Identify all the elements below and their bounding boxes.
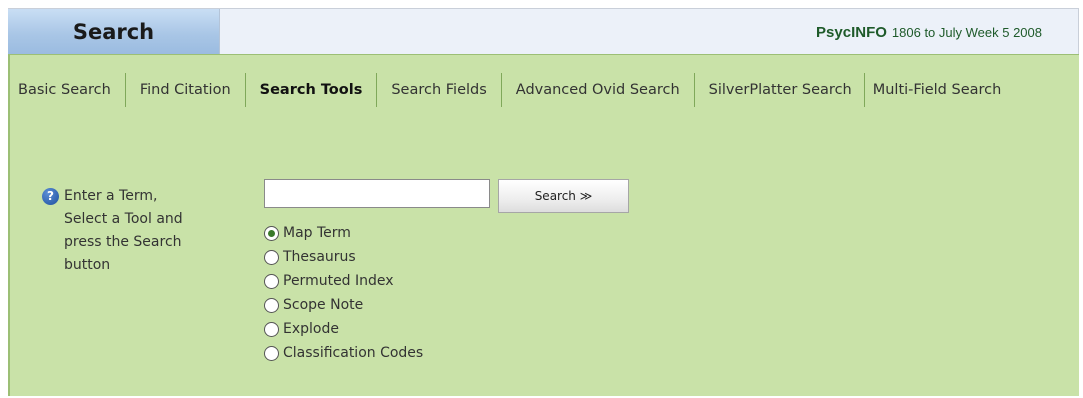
- radio-unselected-icon[interactable]: [264, 273, 279, 289]
- header-bar: Search PsycINFO 1806 to July Week 5 2008: [8, 8, 1079, 55]
- radio-unselected-icon[interactable]: [264, 249, 279, 265]
- tab-search-tools[interactable]: Search Tools: [246, 73, 378, 107]
- tab-silverplatter-search[interactable]: SilverPlatter Search: [695, 73, 866, 107]
- tab-find-citation[interactable]: Find Citation: [126, 73, 246, 107]
- tab-advanced-ovid-search[interactable]: Advanced Ovid Search: [502, 73, 695, 107]
- search-panel: Basic Search Find Citation Search Tools …: [8, 54, 1079, 396]
- tab-basic-search[interactable]: Basic Search: [10, 73, 126, 107]
- tool-option-thesaurus[interactable]: Thesaurus: [264, 245, 423, 269]
- help-text: Enter a Term, Select a Tool and press th…: [64, 188, 183, 273]
- tool-option-label: Map Term: [283, 225, 351, 241]
- search-header-label: Search: [72, 20, 155, 44]
- search-mode-tabs: Basic Search Find Citation Search Tools …: [10, 73, 1079, 107]
- radio-selected-icon[interactable]: [264, 225, 279, 241]
- search-frame: Search PsycINFO 1806 to July Week 5 2008…: [8, 8, 1079, 396]
- search-header-tab[interactable]: Search: [8, 9, 220, 55]
- tool-option-classification-codes[interactable]: Classification Codes: [264, 341, 423, 365]
- tool-option-map-term[interactable]: Map Term: [264, 221, 423, 245]
- tool-option-label: Explode: [283, 321, 339, 337]
- tool-option-permuted-index[interactable]: Permuted Index: [264, 269, 423, 293]
- radio-unselected-icon[interactable]: [264, 321, 279, 337]
- database-info: PsycINFO 1806 to July Week 5 2008: [816, 9, 1042, 55]
- tool-option-label: Scope Note: [283, 297, 364, 313]
- tool-option-label: Permuted Index: [283, 273, 394, 289]
- tool-option-explode[interactable]: Explode: [264, 317, 423, 341]
- tool-option-label: Thesaurus: [283, 249, 356, 265]
- database-name: PsycINFO: [816, 23, 887, 41]
- radio-unselected-icon[interactable]: [264, 297, 279, 313]
- tab-multi-field-search[interactable]: Multi-Field Search: [863, 73, 1016, 107]
- tool-option-label: Classification Codes: [283, 345, 424, 361]
- database-range: 1806 to July Week 5 2008: [891, 24, 1042, 40]
- radio-unselected-icon[interactable]: [264, 345, 279, 361]
- search-button[interactable]: Search ≫: [498, 179, 629, 213]
- help-icon[interactable]: ?: [42, 188, 59, 205]
- tool-radio-group: Map Term Thesaurus Permuted Index Scope …: [264, 221, 423, 365]
- search-term-input[interactable]: [264, 179, 490, 208]
- tab-search-fields[interactable]: Search Fields: [377, 73, 502, 107]
- tool-option-scope-note[interactable]: Scope Note: [264, 293, 423, 317]
